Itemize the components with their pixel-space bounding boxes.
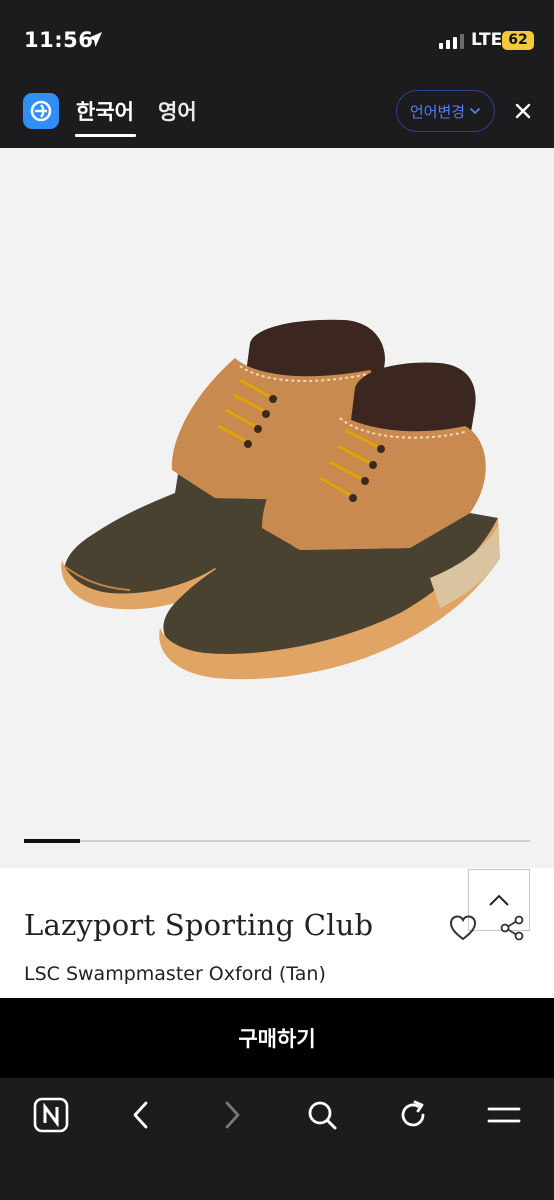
- heart-icon[interactable]: [448, 914, 478, 942]
- chevron-down-icon: [469, 107, 481, 115]
- close-icon[interactable]: [512, 100, 534, 122]
- network-type: LTE: [471, 30, 503, 50]
- battery-level: 62: [508, 32, 528, 48]
- location-arrow-icon: [87, 32, 102, 47]
- translate-bar: 한국어 영어 언어변경: [0, 80, 554, 148]
- product-image-carousel[interactable]: [0, 148, 554, 868]
- buy-button-label: 구매하기: [238, 1027, 316, 1051]
- signal-strength-icon: [439, 33, 464, 49]
- forward-arrow-icon[interactable]: [212, 1095, 252, 1135]
- naver-home-icon[interactable]: [31, 1095, 71, 1135]
- tab-korean[interactable]: 한국어: [76, 96, 134, 126]
- back-arrow-icon[interactable]: [121, 1095, 161, 1135]
- status-bar: 11:56 LTE 62: [0, 0, 554, 80]
- carousel-progress-fill: [24, 839, 80, 843]
- menu-icon[interactable]: [484, 1095, 524, 1135]
- papago-logo-icon[interactable]: [23, 93, 59, 129]
- tab-english[interactable]: 영어: [158, 96, 197, 126]
- brand-name[interactable]: Lazyport Sporting Club: [24, 908, 373, 942]
- active-tab-indicator: [75, 134, 136, 137]
- duck-boots-image: [61, 319, 500, 680]
- battery-icon: 62: [502, 31, 534, 50]
- status-time: 11:56: [24, 28, 94, 52]
- carousel-progress-bar: [24, 839, 530, 843]
- change-language-button[interactable]: 언어변경: [396, 90, 495, 132]
- share-icon[interactable]: [498, 914, 526, 942]
- chevron-up-icon: [489, 894, 509, 906]
- browser-toolbar: [0, 1078, 554, 1200]
- buy-button[interactable]: 구매하기: [0, 998, 554, 1078]
- search-icon[interactable]: [302, 1095, 342, 1135]
- change-language-label: 언어변경: [409, 102, 466, 121]
- product-page: Lazyport Sporting Club LSC Swampmaster O…: [0, 148, 554, 998]
- product-name: LSC Swampmaster Oxford (Tan): [24, 963, 326, 985]
- reload-icon[interactable]: [393, 1095, 433, 1135]
